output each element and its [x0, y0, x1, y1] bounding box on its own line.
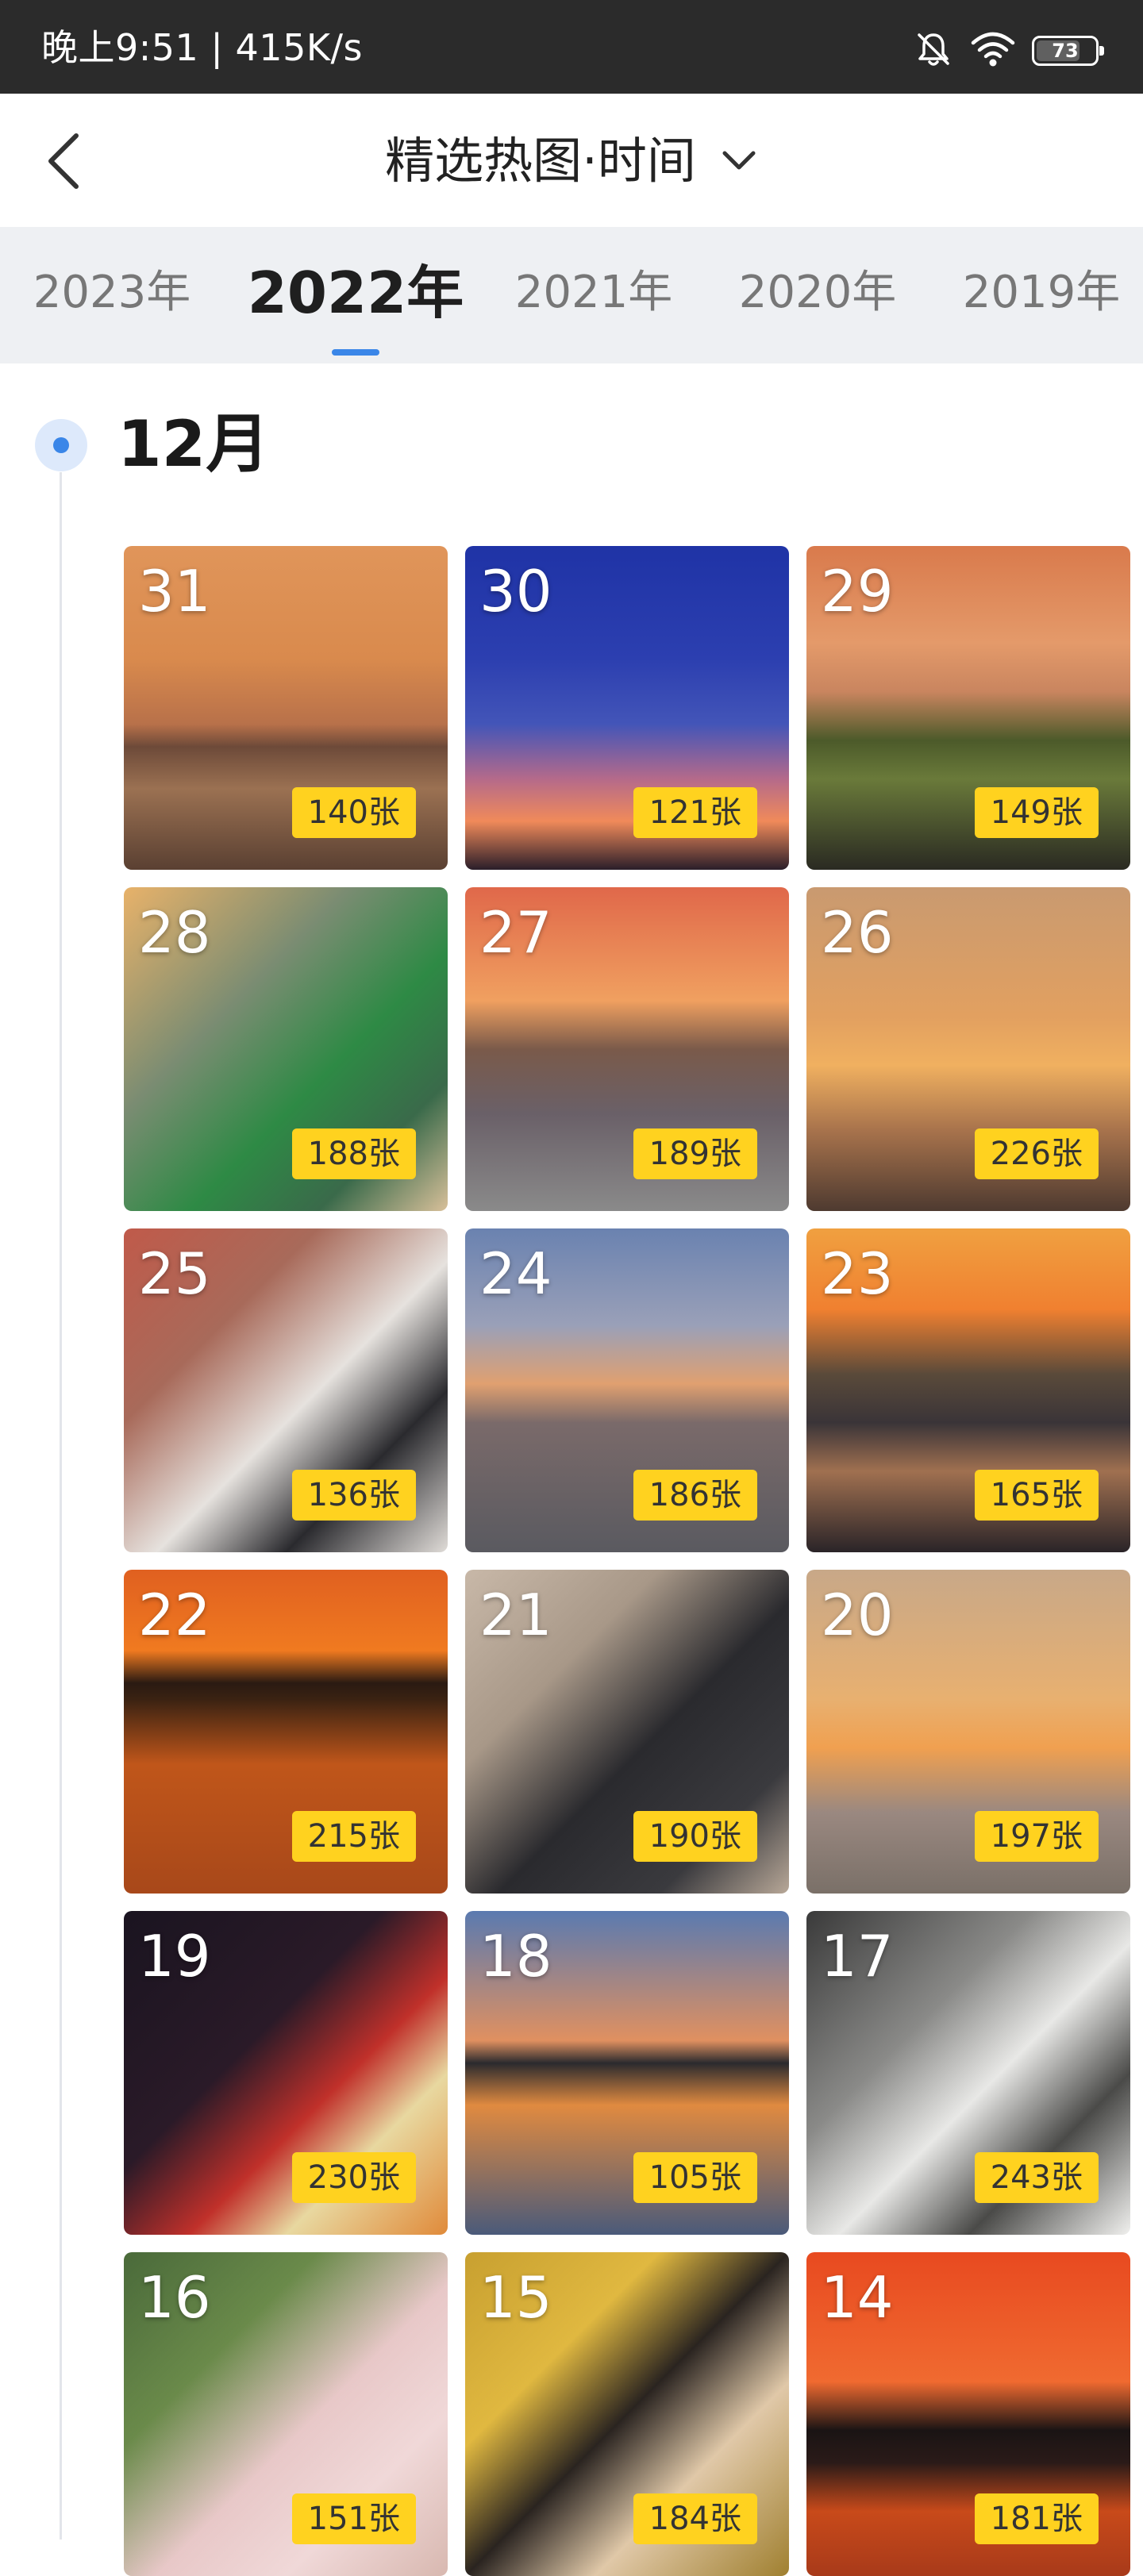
- photo-count-badge: 184张: [633, 2493, 757, 2544]
- photo-day-label: 22: [138, 1582, 211, 1648]
- timeline-dot: [35, 419, 87, 471]
- photo-day-label: 27: [479, 899, 552, 966]
- tab-year-2022[interactable]: 2022年: [248, 257, 464, 329]
- photo-tile[interactable]: 18 105张: [465, 1911, 789, 2235]
- photo-tile[interactable]: 28 188张: [124, 887, 448, 1211]
- photo-day-label: 18: [479, 1923, 552, 1990]
- status-icons: 73: [913, 29, 1104, 73]
- photo-day-label: 17: [821, 1923, 894, 1990]
- year-tab-bar: 2023年 2022年 2021年 2020年 2019年: [0, 227, 1143, 363]
- battery-level: 73: [1052, 40, 1079, 62]
- photo-day-label: 28: [138, 899, 211, 966]
- photo-count-badge: 136张: [291, 1470, 416, 1521]
- photo-count-badge: 186张: [633, 1470, 757, 1521]
- photo-tile[interactable]: 31 140张: [124, 546, 448, 870]
- photo-count-badge: 243张: [974, 2152, 1099, 2203]
- photo-tile[interactable]: 16 151张: [124, 2252, 448, 2576]
- photo-count-badge: 197张: [974, 1811, 1099, 1862]
- mute-bell-icon: [913, 29, 954, 73]
- photo-count-badge: 230张: [291, 2152, 416, 2203]
- photo-tile[interactable]: 14 181张: [806, 2252, 1130, 2576]
- photo-tile[interactable]: 19 230张: [124, 1911, 448, 2235]
- photo-day-label: 31: [138, 558, 211, 625]
- photo-day-label: 23: [821, 1240, 894, 1307]
- tab-year-2020[interactable]: 2020年: [739, 257, 897, 329]
- photo-day-label: 21: [479, 1582, 552, 1648]
- photo-day-label: 25: [138, 1240, 211, 1307]
- photo-count-badge: 140张: [291, 787, 416, 838]
- month-heading: 12月: [117, 407, 270, 481]
- active-tab-indicator: [332, 349, 379, 356]
- photo-count-badge: 215张: [291, 1811, 416, 1862]
- photo-day-label: 15: [479, 2264, 552, 2331]
- tab-year-2021[interactable]: 2021年: [515, 257, 673, 329]
- battery-icon: 73: [1032, 36, 1104, 66]
- photo-grid: 31 140张 30 121张 29 149张 28 188张 27 189张 26 226张 25 13…: [124, 546, 1132, 2576]
- photo-count-badge: 105张: [633, 2152, 757, 2203]
- status-bar: 晚上9:51 | 415K/s 73: [0, 0, 1143, 94]
- photo-day-label: 26: [821, 899, 894, 966]
- photo-day-label: 24: [479, 1240, 552, 1307]
- nav-bar: 精选热图·时间: [0, 94, 1143, 227]
- photo-tile[interactable]: 30 121张: [465, 546, 789, 870]
- photo-tile[interactable]: 20 197张: [806, 1570, 1130, 1894]
- photo-tile[interactable]: 29 149张: [806, 546, 1130, 870]
- photo-count-badge: 165张: [974, 1470, 1099, 1521]
- photo-count-badge: 121张: [633, 787, 757, 838]
- photo-tile[interactable]: 27 189张: [465, 887, 789, 1211]
- photo-day-label: 16: [138, 2264, 211, 2331]
- title-dropdown[interactable]: 精选热图·时间: [0, 125, 1143, 197]
- photo-tile[interactable]: 21 190张: [465, 1570, 789, 1894]
- photo-count-badge: 188张: [291, 1128, 416, 1179]
- tab-year-2019[interactable]: 2019年: [963, 257, 1121, 329]
- wifi-icon: [970, 30, 1016, 71]
- photo-count-badge: 226张: [974, 1128, 1099, 1179]
- photo-tile[interactable]: 26 226张: [806, 887, 1130, 1211]
- photo-count-badge: 149张: [974, 787, 1099, 838]
- photo-count-badge: 181张: [974, 2493, 1099, 2544]
- photo-tile[interactable]: 24 186张: [465, 1228, 789, 1552]
- photo-day-label: 19: [138, 1923, 211, 1990]
- photo-tile[interactable]: 23 165张: [806, 1228, 1130, 1552]
- timeline-line: [60, 472, 62, 2539]
- photo-tile[interactable]: 25 136张: [124, 1228, 448, 1552]
- tab-year-2023[interactable]: 2023年: [33, 257, 191, 329]
- timeline-dot-center: [53, 437, 69, 453]
- chevron-down-icon: [722, 151, 756, 170]
- photo-tile[interactable]: 22 215张: [124, 1570, 448, 1894]
- page-title: 精选热图·时间: [385, 132, 696, 190]
- photo-tile[interactable]: 17 243张: [806, 1911, 1130, 2235]
- photo-day-label: 29: [821, 558, 894, 625]
- photo-day-label: 14: [821, 2264, 894, 2331]
- status-time-speed: 晚上9:51 | 415K/s: [41, 26, 363, 69]
- photo-day-label: 20: [821, 1582, 894, 1648]
- photo-count-badge: 151张: [291, 2493, 416, 2544]
- photo-count-badge: 189张: [633, 1128, 757, 1179]
- photo-count-badge: 190张: [633, 1811, 757, 1862]
- photo-day-label: 30: [479, 558, 552, 625]
- photo-tile[interactable]: 15 184张: [465, 2252, 789, 2576]
